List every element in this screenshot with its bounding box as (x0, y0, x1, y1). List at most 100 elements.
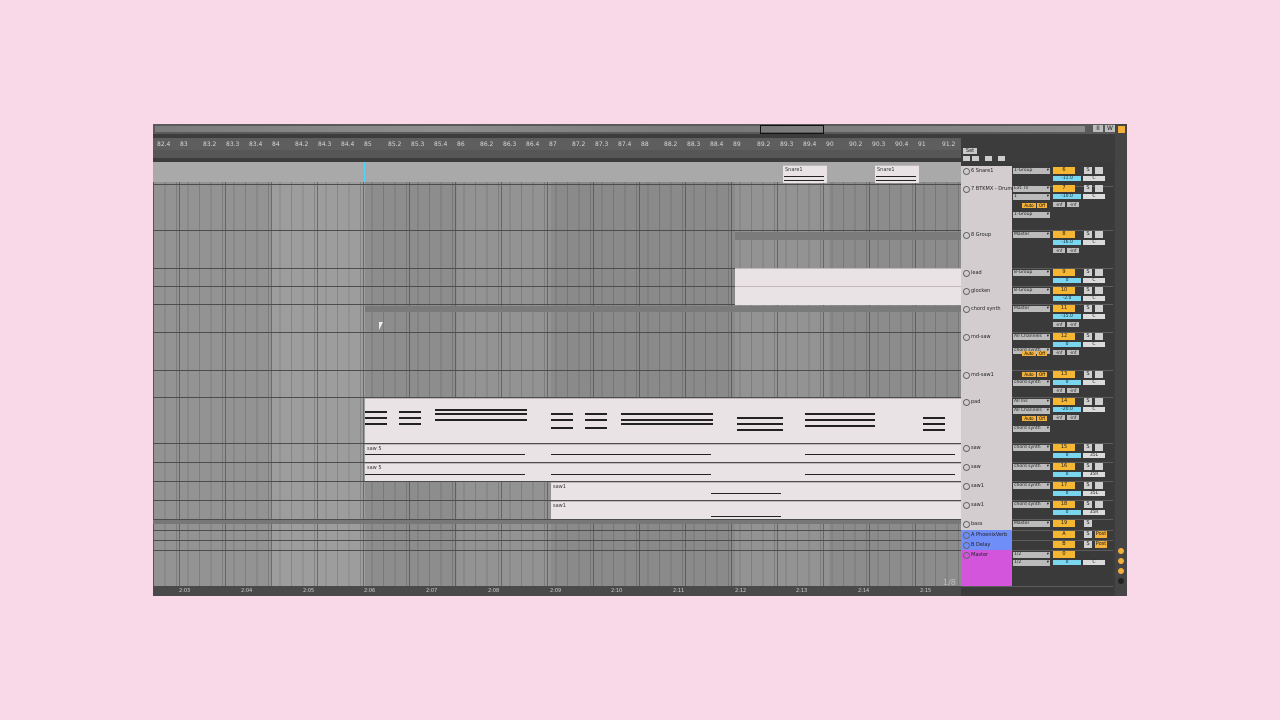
track-activator-button[interactable]: 8 (1053, 231, 1075, 238)
track-activator-button[interactable]: 12 (1053, 333, 1075, 340)
pan-field[interactable]: C (1083, 278, 1105, 283)
volume-field[interactable]: -15.0 (1053, 314, 1081, 319)
monitor-auto-button[interactable]: Auto (1022, 416, 1036, 421)
arm-button[interactable] (1095, 269, 1103, 276)
io-routing-select[interactable]: All Channels (1013, 408, 1050, 414)
volume-field[interactable]: -2.0 (1053, 296, 1081, 301)
track-activator-button[interactable]: B (1053, 541, 1075, 548)
track-activator-button[interactable]: 19 (1053, 520, 1075, 527)
arm-button[interactable] (1095, 463, 1103, 470)
crossfade-toggle-icon[interactable] (1118, 578, 1124, 584)
pan-field[interactable]: C (1083, 194, 1105, 199)
post-button[interactable]: Post (1095, 541, 1107, 548)
volume-field[interactable]: -16.0 (1053, 240, 1081, 245)
track-activator-button[interactable]: 0 (1053, 551, 1075, 558)
volume-field[interactable]: 0 (1053, 510, 1081, 515)
pan-field[interactable]: C (1083, 560, 1105, 565)
snare-track-lane[interactable] (153, 162, 961, 182)
saw1-clip[interactable]: saw1 (551, 482, 961, 500)
track-header[interactable]: pad (961, 397, 1012, 443)
pan-field[interactable]: C (1083, 380, 1105, 385)
io-routing-select[interactable]: Master (1013, 306, 1050, 312)
track-fold-icon[interactable] (963, 334, 970, 341)
track-fold-icon[interactable] (963, 232, 970, 239)
track-header[interactable]: chord synth (961, 304, 1012, 332)
io-routing-select[interactable]: chord synth (1013, 445, 1050, 451)
solo-button[interactable]: S (1084, 520, 1092, 527)
record-arm-icon[interactable] (998, 156, 1005, 161)
track-fold-icon[interactable] (963, 186, 970, 193)
solo-button[interactable]: S (1084, 185, 1092, 192)
pan-field[interactable]: C (1083, 407, 1105, 412)
arm-button[interactable] (1095, 398, 1103, 405)
track-activator-button[interactable]: 7 (1053, 185, 1075, 192)
io-routing-select[interactable]: Ext. In (1013, 186, 1050, 192)
track-fold-icon[interactable] (963, 168, 970, 175)
track-activator-button[interactable]: A (1053, 531, 1075, 538)
monitor-off-button[interactable]: Off (1037, 203, 1047, 208)
saw1-clip[interactable]: saw1 (551, 501, 961, 519)
arm-button[interactable] (1095, 185, 1103, 192)
beat-ruler[interactable]: 82.4 83 83.2 83.3 83.4 84 84.2 84.3 84.4 85 85.2 85… (153, 138, 961, 150)
solo-button[interactable]: S (1084, 501, 1092, 508)
track-fold-icon[interactable] (963, 399, 970, 406)
track-header[interactable]: lead (961, 268, 1012, 286)
track-header[interactable]: saw1 (961, 481, 1012, 500)
draw-mode-icon[interactable] (985, 156, 992, 161)
follow-icon[interactable] (972, 156, 979, 161)
snare1-clip[interactable]: Snare1 (783, 165, 827, 183)
monitor-off-button[interactable]: Off (1037, 351, 1047, 356)
io-routing-select[interactable]: All Ins (1013, 399, 1050, 405)
overview-width-button[interactable]: W (1105, 125, 1115, 132)
track-header[interactable]: glocken (961, 286, 1012, 304)
io-routing-select[interactable]: Master (1013, 232, 1050, 238)
track-header[interactable]: bass (961, 519, 1012, 530)
playhead[interactable] (364, 162, 365, 182)
arm-button[interactable] (1095, 231, 1103, 238)
track-activator-button[interactable]: 17 (1053, 482, 1075, 489)
track-fold-icon[interactable] (963, 445, 970, 452)
arm-button[interactable] (1095, 501, 1103, 508)
volume-field[interactable]: 0 (1053, 278, 1081, 283)
volume-field[interactable]: -11.0 (1053, 176, 1081, 181)
arm-button[interactable] (1095, 305, 1103, 312)
solo-button[interactable]: S (1084, 371, 1092, 378)
pan-field[interactable]: 35L (1083, 491, 1105, 496)
solo-button[interactable]: S (1084, 444, 1092, 451)
arm-button[interactable] (1095, 444, 1103, 451)
io-routing-select[interactable]: chord synth (1013, 483, 1050, 489)
glocken-clip[interactable] (735, 286, 961, 305)
track-header[interactable]: B Delay (961, 540, 1012, 550)
track-activator-button[interactable]: 10 (1053, 287, 1075, 294)
track-header[interactable]: md-saw (961, 332, 1012, 370)
post-button[interactable]: Post (1095, 531, 1107, 538)
lead-clip[interactable] (735, 268, 961, 287)
overview-view-box[interactable] (760, 125, 824, 134)
track-header[interactable]: Master (961, 550, 1012, 586)
arm-button[interactable] (1095, 371, 1103, 378)
loop-bar[interactable] (153, 150, 961, 158)
overview-pause-button[interactable]: II (1093, 125, 1103, 132)
track-fold-icon[interactable] (963, 372, 970, 379)
pan-field[interactable]: C (1083, 296, 1105, 301)
track-header[interactable]: md-saw1 (961, 370, 1012, 397)
track-fold-icon[interactable] (963, 532, 970, 539)
pan-field[interactable]: C (1083, 240, 1105, 245)
io-routing-select[interactable]: 1/2 (1013, 552, 1050, 558)
io-routing-select[interactable]: chord synth (1013, 426, 1050, 432)
track-activator-button[interactable]: 16 (1053, 463, 1075, 470)
volume-field[interactable]: 0 (1053, 491, 1081, 496)
track-fold-icon[interactable] (963, 270, 970, 277)
pan-field[interactable]: C (1083, 342, 1105, 347)
solo-button[interactable]: S (1084, 333, 1092, 340)
io-routing-select[interactable]: 1/2 (1013, 560, 1050, 566)
solo-button[interactable]: S (1084, 231, 1092, 238)
io-routing-select[interactable]: chord synth (1013, 380, 1050, 386)
io-routing-select[interactable]: chord synth (1013, 464, 1050, 470)
arrangement-view[interactable]: Snare1 Snare1 saw 5 saw 5 saw1 saw1 (153, 162, 961, 586)
io-routing-select[interactable]: chord synth (1013, 502, 1050, 508)
monitor-auto-button[interactable]: Auto (1022, 203, 1036, 208)
solo-button[interactable]: S (1084, 305, 1092, 312)
track-activator-button[interactable]: 6 (1053, 167, 1075, 174)
track-activator-button[interactable]: 11 (1053, 305, 1075, 312)
